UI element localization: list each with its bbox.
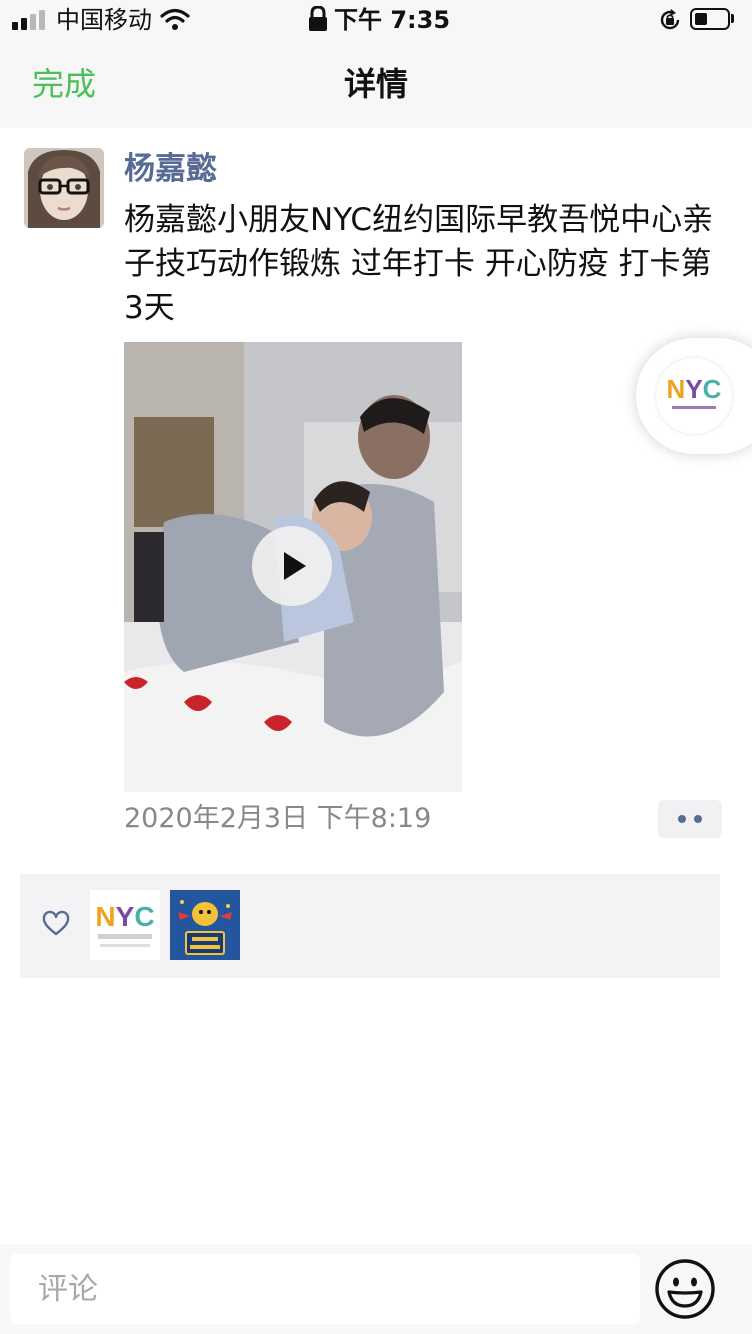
clock-time: 下午 7:35 xyxy=(334,6,451,34)
video-thumbnail[interactable] xyxy=(124,342,462,792)
done-button[interactable]: 完成 xyxy=(32,62,96,106)
author-avatar[interactable] xyxy=(24,148,104,228)
signal-icon xyxy=(12,10,50,30)
likes-panel: NYC xyxy=(20,874,720,978)
like-avatar-nyc[interactable]: NYC xyxy=(90,890,160,960)
play-button[interactable] xyxy=(252,526,332,606)
emoji-icon[interactable] xyxy=(654,1258,716,1320)
carrier-name: 中国移动 xyxy=(56,6,152,34)
like-avatar-assistant[interactable] xyxy=(170,890,240,960)
battery-icon xyxy=(690,8,730,30)
more-actions-button[interactable] xyxy=(658,800,722,838)
svg-text:NYC: NYC xyxy=(667,374,722,404)
author-name[interactable]: 杨嘉懿 xyxy=(124,148,217,190)
post-text: 杨嘉懿小朋友NYC纽约国际早教吾悦中心亲子技巧动作锻炼 过年打卡 开心防疫 打卡… xyxy=(124,202,714,326)
floating-nyc-badge[interactable]: NYC xyxy=(636,338,752,454)
orientation-lock-icon xyxy=(660,9,680,30)
comment-input[interactable] xyxy=(10,1254,640,1324)
post-timestamp: 2020年2月3日 下午8:19 xyxy=(124,803,432,834)
page-title: 详情 xyxy=(343,65,408,103)
battery-tip xyxy=(731,14,734,23)
lock-icon xyxy=(309,6,327,31)
wifi-icon xyxy=(160,8,190,30)
heart-icon xyxy=(42,910,70,936)
play-icon xyxy=(284,552,306,580)
top-bar: 中国移动 下午 7:35 完成 详情 xyxy=(0,0,752,128)
comment-bar xyxy=(0,1244,752,1334)
nyc-kids-club-logo: NYC xyxy=(656,358,732,434)
more-dots-icon xyxy=(678,815,686,823)
more-dots-icon xyxy=(694,815,702,823)
svg-text:NYC: NYC xyxy=(95,901,154,932)
